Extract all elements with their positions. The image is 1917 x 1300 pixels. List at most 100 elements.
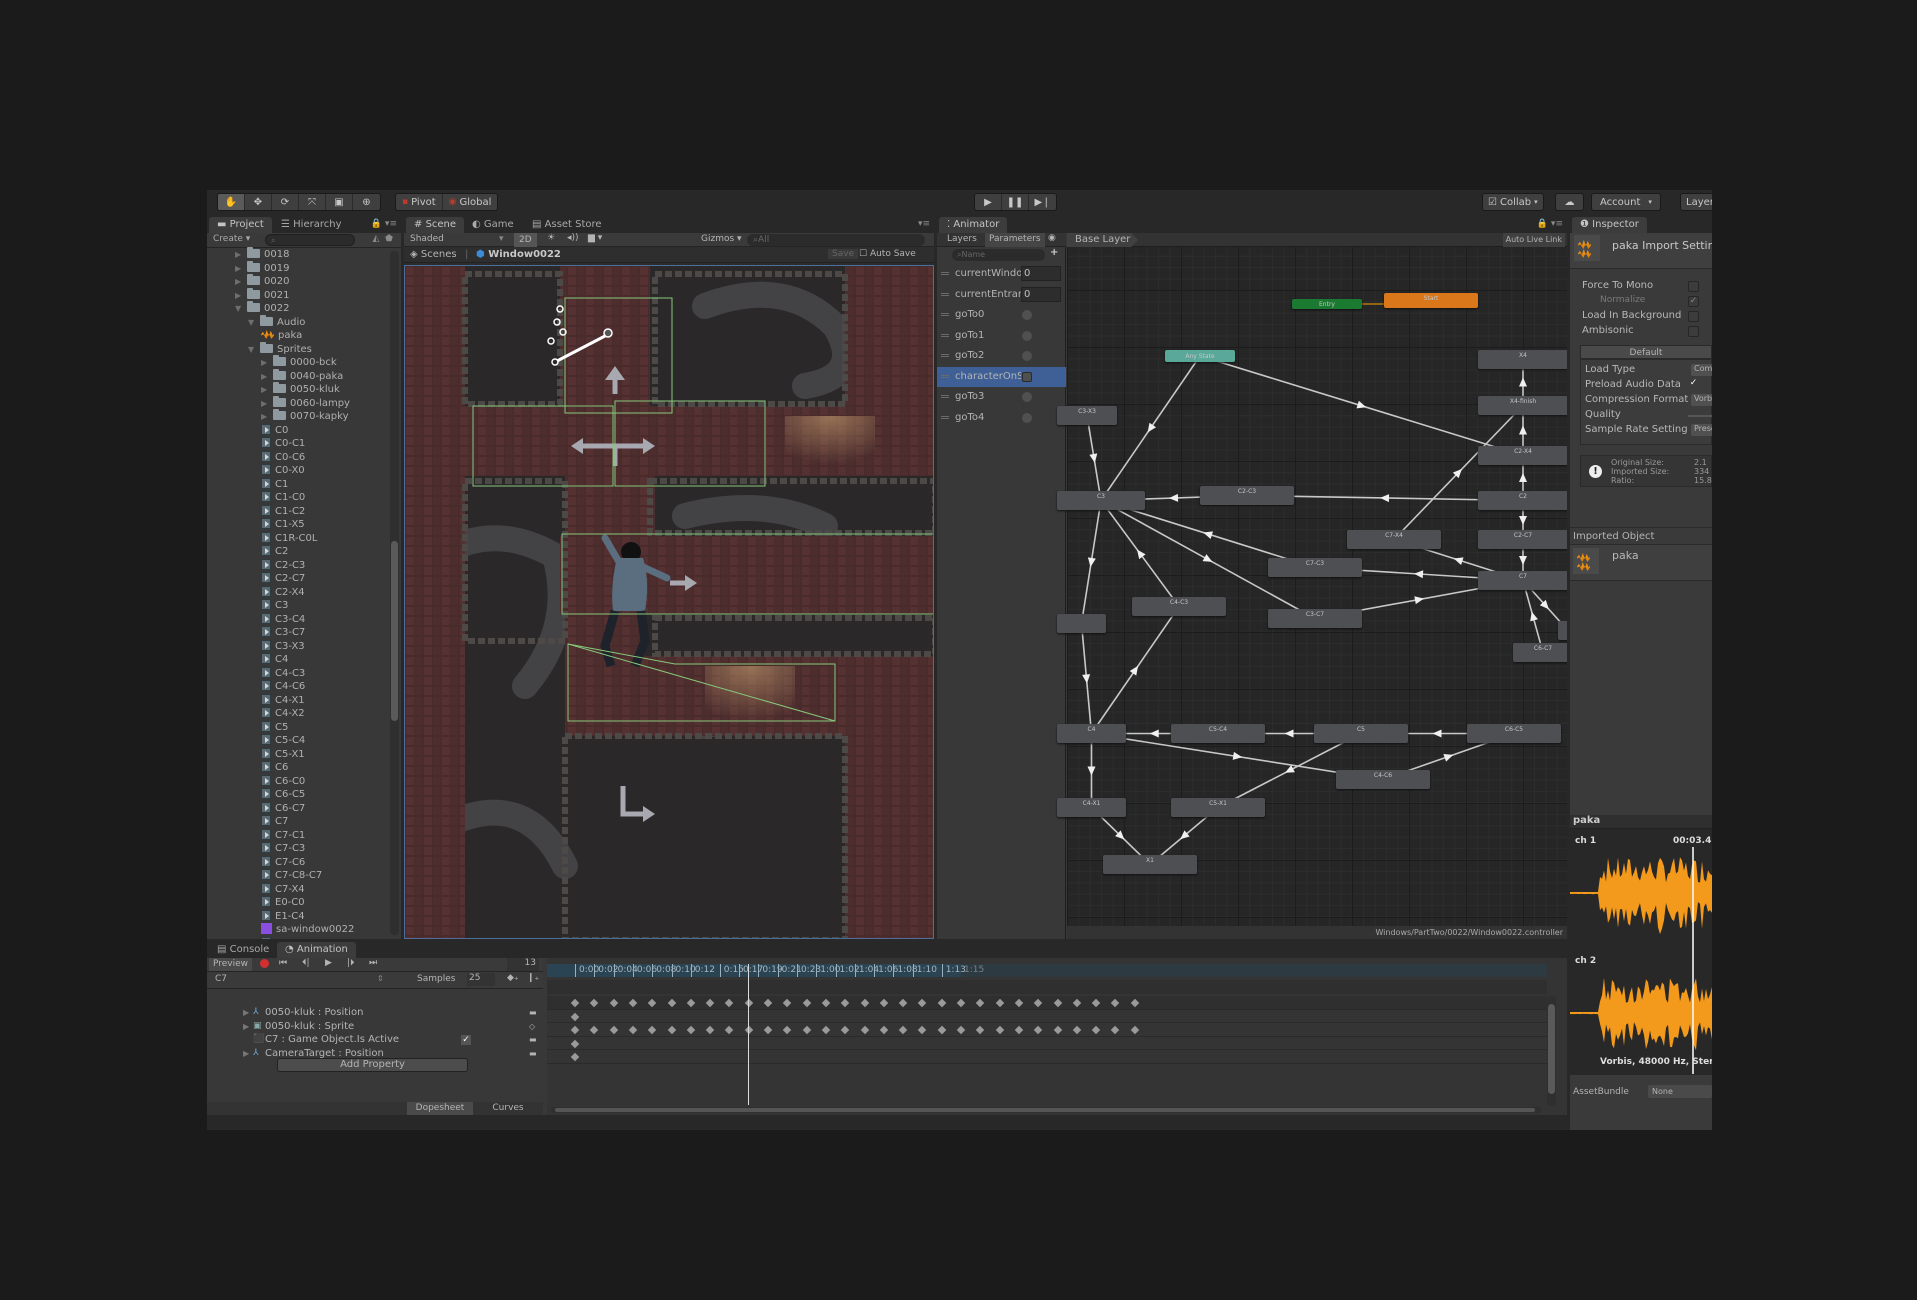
keyframe-diamond[interactable] — [570, 1012, 580, 1021]
collapsed-arrow-icon[interactable]: ▶ — [243, 1020, 249, 1034]
account-dropdown[interactable]: Account ▾ — [1591, 193, 1661, 211]
state-node-entry[interactable]: Entry — [1292, 299, 1362, 309]
keyframe-diamond[interactable] — [725, 998, 734, 1008]
parameter-row[interactable]: goTo2 — [937, 346, 1066, 366]
expanded-arrow-icon[interactable]: ▼ — [248, 343, 260, 357]
keyframe-diamond[interactable] — [1130, 1025, 1139, 1035]
dopesheet-button[interactable]: Dopesheet — [407, 1102, 473, 1115]
keyframe-diamond[interactable] — [570, 1052, 580, 1062]
parameter-value-input[interactable]: 0 — [1021, 286, 1061, 302]
state-node-c5c4[interactable]: C5-C4 — [1171, 724, 1265, 743]
keyframe-diamond[interactable] — [860, 1025, 869, 1035]
keyframe-diamond[interactable] — [725, 1025, 734, 1035]
animated-property-row[interactable]: ▶ ▣ 0050-kluk : Sprite ◇ — [207, 1020, 543, 1034]
state-node-c4c3[interactable]: C4-C3 — [1132, 597, 1226, 616]
project-tree-item[interactable]: ▶ 0050-kluk — [261, 382, 340, 397]
state-node-c2[interactable]: C2 — [1478, 491, 1567, 510]
preview-toggle[interactable]: Preview — [209, 958, 253, 971]
project-tree-item[interactable]: C6-C0 — [261, 774, 305, 789]
state-node-c3c7[interactable]: C3-C7 — [1268, 609, 1362, 628]
tab-game[interactable]: ◐ Game — [464, 217, 522, 233]
record-button[interactable] — [260, 959, 269, 968]
project-tree-item[interactable]: C3-X3 — [261, 639, 305, 654]
state-node-start[interactable]: Start — [1384, 293, 1478, 308]
ambisonic-checkbox[interactable] — [1688, 326, 1699, 337]
project-tree-item[interactable]: ▶ 0021 — [235, 287, 289, 303]
parameter-bool-checkbox[interactable] — [1022, 371, 1032, 382]
collapsed-arrow-icon[interactable]: ▶ — [261, 397, 273, 411]
panel-menu-icon[interactable]: 🔒 ▾≡ — [1537, 219, 1563, 229]
timeline-vertical-scrollbar[interactable] — [1547, 996, 1556, 1106]
cloud-button[interactable]: ☁ — [1555, 193, 1584, 211]
remove-property-icon[interactable]: ▬ — [529, 1033, 537, 1047]
global-button[interactable]: ◉ Global — [443, 194, 498, 210]
state-node-c2c3[interactable]: C2-C3 — [1200, 486, 1294, 505]
project-tree-item[interactable]: ▶ 0019 — [235, 260, 289, 276]
parameter-value-input[interactable]: 0 — [1021, 266, 1061, 281]
asset-bundle-dropdown[interactable]: None — [1648, 1085, 1712, 1098]
project-tree-item[interactable]: C2-X4 — [261, 585, 305, 600]
drag-handle-icon[interactable] — [941, 292, 949, 296]
gizmos-dropdown[interactable]: Gizmos ▾ — [701, 234, 742, 244]
keyframe-diamond[interactable] — [937, 998, 946, 1008]
time-ruler[interactable]: 0:00 0:02 0:04 0:06 0:08 0:10 0:12 0:15 0:17 0:19… — [547, 964, 1547, 977]
state-node-x1[interactable]: X1 — [1103, 855, 1197, 874]
scrollbar-thumb[interactable] — [1548, 1004, 1555, 1094]
timeline-horizontal-scrollbar[interactable] — [551, 1107, 1541, 1113]
state-node-c7x4[interactable]: C7-X4 — [1347, 530, 1441, 549]
load-type-dropdown[interactable]: Compressed In Memory — [1691, 364, 1712, 376]
project-tree-item[interactable]: C4-C6 — [261, 680, 305, 694]
project-tree-item[interactable]: ▼ Audio — [248, 314, 305, 330]
collapsed-arrow-icon[interactable]: ▶ — [261, 383, 273, 397]
project-tree-item[interactable]: C7-C6 — [261, 855, 305, 870]
audio-waveform-preview[interactable]: ch 1 00:03.4 ch 2 Vorbis, 48000 Hz, Ster… — [1570, 829, 1712, 1075]
2d-toggle[interactable]: 2D — [514, 233, 537, 247]
expanded-arrow-icon[interactable]: ▼ — [235, 302, 247, 316]
project-tree-item[interactable]: C7-C1 — [261, 828, 305, 843]
project-tree-item[interactable]: Start — [261, 936, 299, 939]
drag-handle-icon[interactable] — [941, 313, 949, 316]
keyframe-diamond[interactable] — [1072, 1025, 1082, 1035]
shading-dropdown[interactable]: Shaded — [410, 234, 444, 244]
keyframe-diamond[interactable] — [686, 1025, 696, 1035]
expanded-arrow-icon[interactable]: ▼ — [248, 316, 260, 330]
keyframe-diamond[interactable] — [609, 998, 618, 1008]
collapsed-arrow-icon[interactable]: ▶ — [235, 262, 247, 276]
remove-property-icon[interactable]: ▬ — [529, 1047, 537, 1061]
keyframe-diamond[interactable] — [956, 1025, 966, 1035]
collapsed-arrow-icon[interactable]: ▶ — [261, 356, 273, 370]
keyframe-diamond[interactable] — [570, 1025, 580, 1035]
clip-dropdown[interactable]: C7 — [215, 974, 227, 984]
parameter-row[interactable]: currentWindow0 — [937, 264, 1066, 284]
project-tree-item[interactable]: C6-C7 — [261, 801, 305, 816]
load-in-background-checkbox[interactable] — [1688, 311, 1699, 322]
keyframe-diamond[interactable] — [647, 998, 657, 1008]
prev-keyframe-button[interactable]: ⏴| — [302, 958, 310, 968]
collapsed-arrow-icon[interactable]: ▶ — [243, 1047, 249, 1061]
keyframe-diamond[interactable] — [918, 998, 927, 1008]
platform-tab-default[interactable]: Default — [1580, 345, 1712, 359]
state-node-c6c5[interactable]: C6-C5 — [1467, 724, 1561, 743]
keyframe-diamond[interactable] — [840, 1025, 850, 1035]
add-parameter-button[interactable]: + — [1050, 247, 1058, 258]
keyframe-diamond[interactable] — [995, 998, 1004, 1008]
parameter-row[interactable]: goTo4 — [937, 408, 1066, 428]
collapsed-arrow-icon[interactable]: ▶ — [243, 1006, 249, 1020]
rotate-tool-button[interactable]: ⟳ — [272, 194, 299, 210]
keyframe-diamond[interactable] — [1072, 998, 1082, 1008]
scene-search-input[interactable]: ⌕All — [747, 234, 925, 246]
keyframe-diamond[interactable] — [1091, 998, 1101, 1008]
state-node-c4x1[interactable]: C4-X1 — [1057, 798, 1126, 817]
scrollbar-thumb[interactable] — [555, 1108, 1535, 1112]
project-tree-item[interactable]: C2-C7 — [261, 572, 305, 586]
state-node-c7[interactable]: C7 — [1478, 571, 1567, 590]
keyframe-diamond[interactable] — [976, 1025, 985, 1035]
state-node-c5[interactable]: C5 — [1314, 724, 1408, 743]
keyframe-diamond[interactable] — [802, 1025, 811, 1035]
effects-toggle-icon[interactable]: ▆ ▾ — [588, 233, 602, 243]
project-tree-item[interactable]: C6-C5 — [261, 788, 305, 802]
keyframe-diamond[interactable] — [763, 998, 773, 1008]
project-tree-item[interactable]: C0-C1 — [261, 437, 305, 451]
project-tree-item[interactable]: C0 — [261, 423, 288, 438]
project-tree-item[interactable]: C7 — [261, 815, 288, 829]
